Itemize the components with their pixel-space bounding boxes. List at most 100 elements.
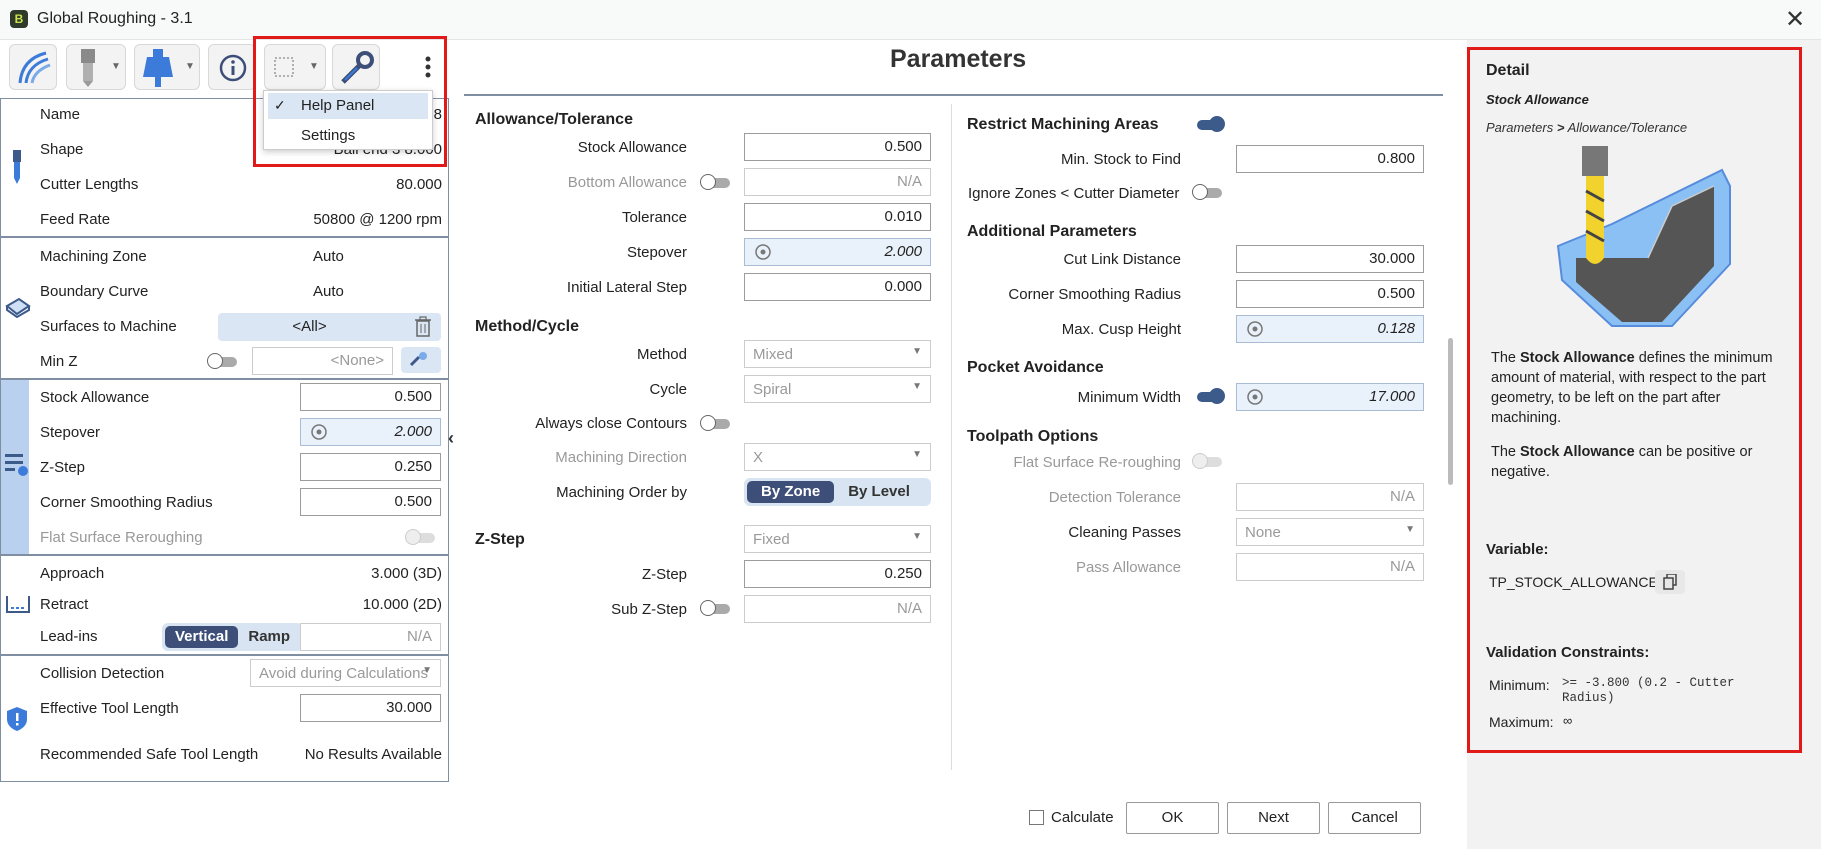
initial-lateral-step-label: Initial Lateral Step [566,279,687,296]
ok-button[interactable]: OK [1126,802,1219,834]
detection-tolerance-field[interactable]: N/A [1236,483,1424,511]
bottom-allowance-toggle[interactable] [700,174,732,190]
corner-smoothing-input[interactable]: 0.500 [300,488,441,516]
desc1-bold: Stock Allowance [1520,350,1635,366]
lead-ins-vertical[interactable]: Vertical [165,626,239,648]
order-by-level[interactable]: By Level [834,481,924,503]
bottom-allowance-field[interactable]: N/A [744,168,931,196]
min-stock-field[interactable]: 0.800 [1236,145,1424,173]
min-z-input[interactable]: <None> [252,347,393,375]
corner-smoothing-field[interactable]: 0.500 [1236,280,1424,308]
min-z-label: Min Z [40,353,78,370]
calculated-icon[interactable] [754,243,772,261]
info-icon [219,54,247,82]
order-by-zone[interactable]: By Zone [747,481,835,503]
minimum-width-toggle[interactable] [1193,388,1225,404]
tool-button[interactable]: ▼ [66,44,126,90]
stepover-label: Stepover [40,424,101,441]
section-additional-title: Additional Parameters [967,223,1137,240]
cycle-select[interactable]: Spiral ▼ [744,375,931,403]
surfaces-to-machine-field[interactable]: <All> [218,313,441,341]
pick-z-button[interactable] [401,347,441,373]
chevron-down-icon[interactable]: ▼ [185,61,195,72]
stepover-field[interactable]: 2.000 [744,238,931,266]
stock-allowance-field[interactable]: 0.500 [744,133,931,161]
machining-direction-select[interactable]: X ▼ [744,443,931,471]
approach-value[interactable]: 3.000 (3D) [300,565,442,582]
effective-tool-length-input[interactable]: 30.000 [300,694,441,722]
flat-surface-toggle[interactable] [1192,453,1224,469]
info-button[interactable] [208,44,256,90]
z-step-label: Z-Step [641,566,687,583]
calculated-icon[interactable] [1246,320,1264,338]
restrict-areas-toggle[interactable] [1193,116,1225,132]
sub-z-step-toggle[interactable] [700,600,732,616]
lead-ins-input[interactable]: N/A [300,623,441,651]
scrollbar-thumb[interactable] [1448,338,1453,485]
column-divider [951,104,952,770]
collapse-panel-icon[interactable]: ‹ [448,428,454,449]
close-icon[interactable]: ✕ [1785,6,1805,34]
bottom-allowance-label: Bottom Allowance [567,174,687,191]
tool-name-label: Name [40,106,81,123]
method-select[interactable]: Mixed ▼ [744,340,931,368]
flat-surface-label: Flat Surface Re-roughing [1013,454,1181,471]
close-contours-toggle[interactable] [700,415,732,431]
flat-surface-toggle[interactable] [405,529,437,545]
calculate-checkbox[interactable] [1029,810,1044,825]
min-z-toggle[interactable] [207,353,239,369]
detail-subtitle: Stock Allowance [1486,92,1589,107]
pass-allowance-field[interactable]: N/A [1236,553,1424,581]
desc2-bold: Stock Allowance [1520,444,1635,460]
machining-zone-value[interactable]: Auto [313,248,344,265]
recommended-length-label: Recommended Safe Tool Length [40,746,259,763]
minimum-label: Minimum: [1489,677,1550,693]
copy-button[interactable] [1655,570,1685,594]
minimum-value: >= -3.800 (0.2 - Cutter Radius) [1562,676,1735,705]
z-step-mode-value: Fixed [753,531,790,548]
breadcrumb-parameters[interactable]: Parameters [1486,120,1553,135]
chevron-down-icon[interactable]: ▼ [111,61,121,72]
section-restrict-title: Restrict Machining Areas [967,116,1159,133]
max-cusp-field[interactable]: 0.128 [1236,315,1424,343]
section-toolpath-title: Toolpath Options [967,428,1099,445]
z-step-input[interactable]: 0.250 [300,453,441,481]
boundary-curve-value[interactable]: Auto [313,283,344,300]
next-button[interactable]: Next [1227,802,1320,834]
surfaces-to-machine-label: Surfaces to Machine [40,318,177,335]
tolerance-field[interactable]: 0.010 [744,203,931,231]
z-step-field[interactable]: 0.250 [744,560,931,588]
section-pocket-title: Pocket Avoidance [967,359,1104,376]
calculated-icon[interactable] [1246,388,1264,406]
roughing-strategy-button[interactable] [9,44,57,90]
calculated-icon[interactable] [310,423,328,441]
surface-icon [5,297,31,318]
trash-icon[interactable] [414,316,432,338]
breadcrumb-allowance[interactable]: Allowance/Tolerance [1568,120,1687,135]
feed-rate-label: Feed Rate [40,211,111,228]
ignore-zones-toggle[interactable] [1192,184,1224,200]
holder-button[interactable]: ▼ [134,44,200,90]
page-title: Parameters [890,45,1027,73]
divider [0,654,449,656]
z-step-mode-select[interactable]: Fixed ▼ [744,525,931,553]
section-allowance-title: Allowance/Tolerance [475,111,633,128]
detail-description-1: The Stock Allowance defines the minimum … [1491,348,1791,428]
retract-value[interactable]: 10.000 (2D) [300,596,442,613]
cancel-button[interactable]: Cancel [1328,802,1421,834]
collision-detection-select[interactable]: Avoid during Calculations ▼ [250,659,441,687]
calculate-label[interactable]: Calculate [1051,809,1114,826]
minimum-width-field[interactable]: 17.000 [1236,383,1424,411]
chevron-down-icon: ▼ [1405,524,1415,535]
cleaning-passes-select[interactable]: None ▼ [1236,518,1424,546]
z-step-label: Z-Step [40,459,86,476]
sub-z-step-field[interactable]: N/A [744,595,931,623]
lead-ins-ramp[interactable]: Ramp [238,626,300,648]
initial-lateral-step-field[interactable]: 0.000 [744,273,931,301]
stock-allowance-input[interactable]: 0.500 [300,383,441,411]
stock-allowance-label: Stock Allowance [40,389,150,406]
cut-link-field[interactable]: 30.000 [1236,245,1424,273]
copy-icon [1663,574,1677,590]
recommended-length-value: No Results Available [304,746,442,763]
highlight-box-toolbar [253,36,447,167]
